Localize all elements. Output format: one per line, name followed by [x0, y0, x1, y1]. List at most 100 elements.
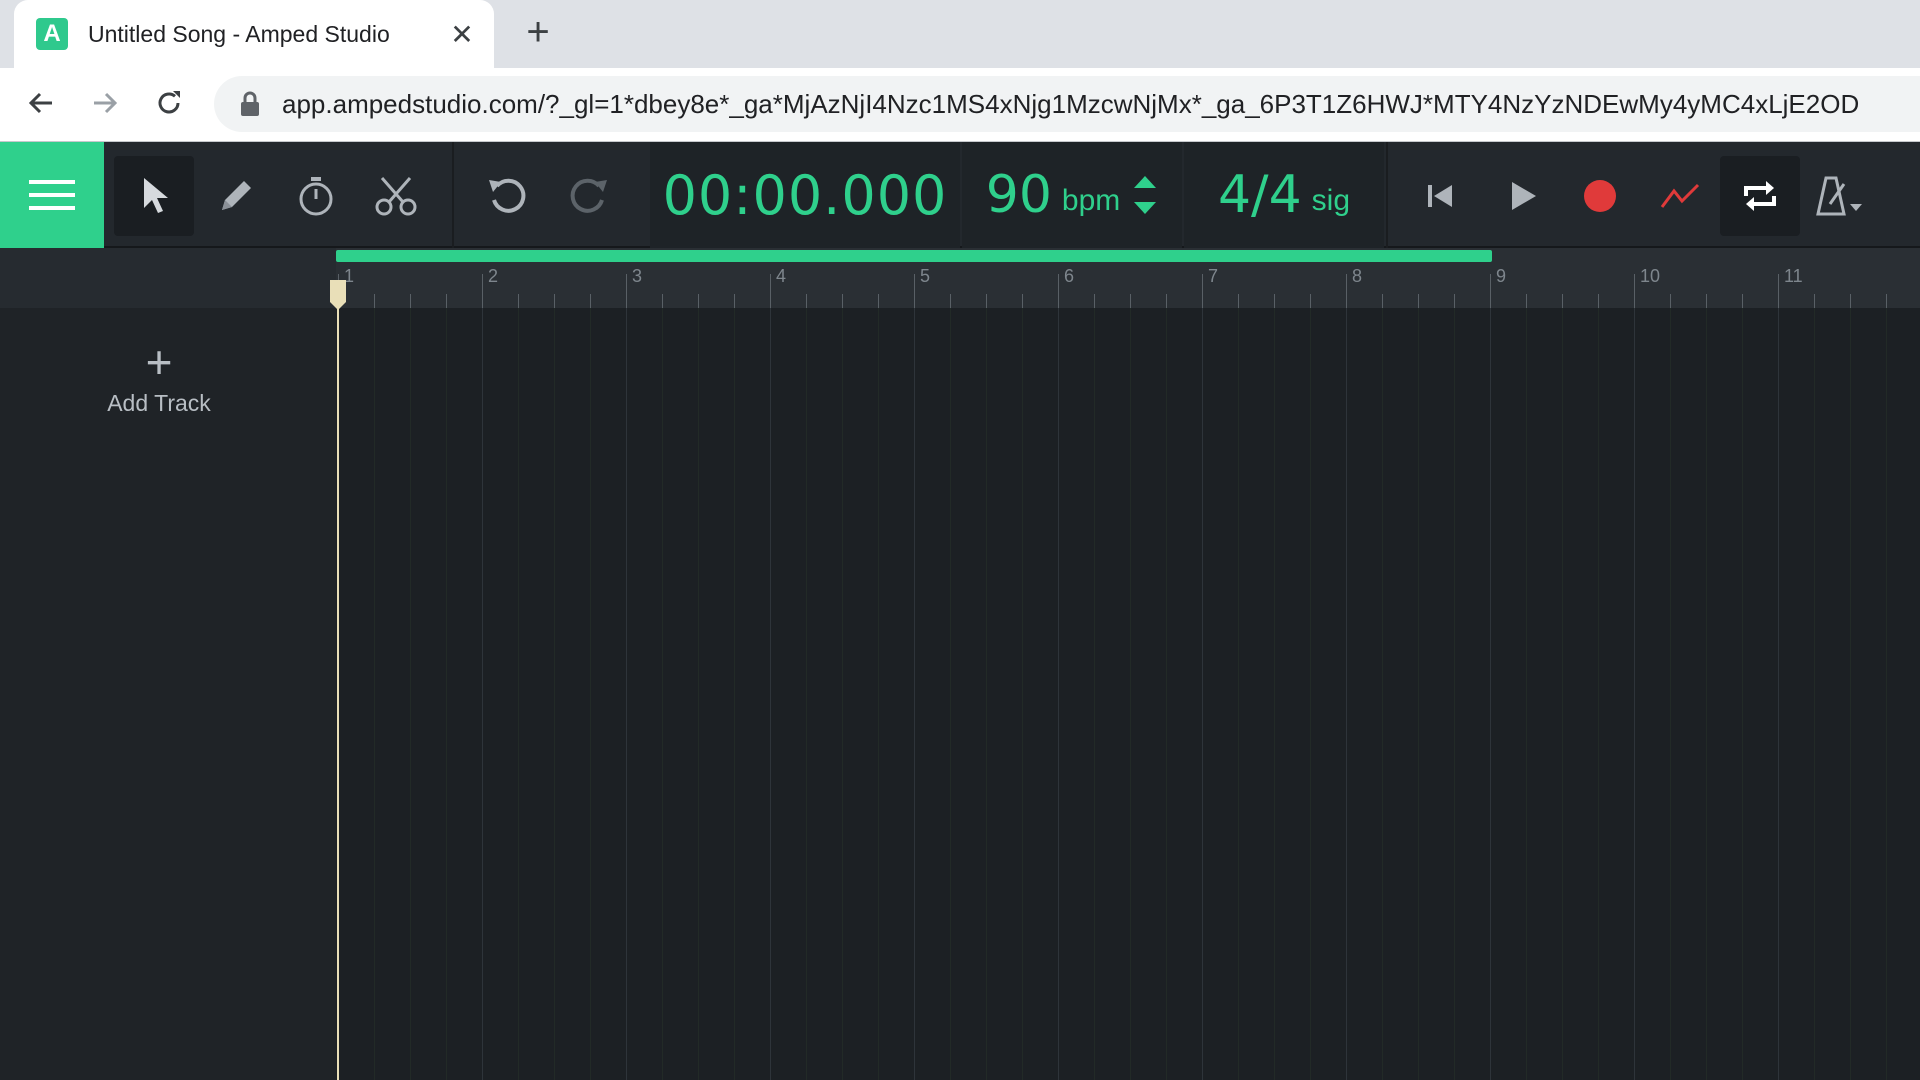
beat-gridline: [950, 308, 951, 1080]
beat-gridline: [1022, 308, 1023, 1080]
browser-tab[interactable]: A Untitled Song - Amped Studio ✕: [14, 0, 494, 68]
beat-gridline: [1382, 308, 1383, 1080]
beat-gridline: [1850, 308, 1851, 1080]
beat-tick: [1454, 294, 1455, 308]
skip-to-start-icon[interactable]: [1400, 156, 1480, 236]
bar-gridline: [770, 308, 771, 1080]
beat-gridline: [1814, 308, 1815, 1080]
bar-number: 5: [920, 266, 931, 286]
ruler-spacer: [0, 248, 336, 308]
toolbar-divider: [452, 142, 454, 248]
beat-tick: [878, 294, 879, 308]
redo-icon[interactable]: [548, 156, 628, 236]
beat-gridline: [374, 308, 375, 1080]
plus-icon: +: [145, 336, 173, 388]
beat-gridline: [1454, 308, 1455, 1080]
bpm-stepper-icon[interactable]: [1132, 172, 1158, 218]
toolbar-divider: [1386, 142, 1388, 248]
play-icon[interactable]: [1482, 156, 1562, 236]
address-bar[interactable]: app.ampedstudio.com/?_gl=1*dbey8e*_ga*Mj…: [214, 76, 1920, 132]
beat-tick: [1310, 294, 1311, 308]
tempo-control[interactable]: 90 bpm: [962, 142, 1182, 248]
app-toolbar: 00:00.000 90 bpm 4/4 sig: [0, 142, 1920, 248]
beat-tick: [1274, 294, 1275, 308]
bar-number: 10: [1640, 266, 1661, 286]
timeline-ruler[interactable]: 1 2 3 4 5 6 7 8 9 10 11: [0, 248, 1920, 308]
playhead-line[interactable]: [337, 282, 339, 1080]
url-text: app.ampedstudio.com/?_gl=1*dbey8e*_ga*Mj…: [282, 88, 1860, 119]
forward-icon[interactable]: [80, 78, 130, 128]
loop-region[interactable]: [336, 250, 1492, 262]
automation-icon[interactable]: [1640, 156, 1720, 236]
beat-gridline: [446, 308, 447, 1080]
bar-gridline: [1058, 308, 1059, 1080]
bar-gridline: [482, 308, 483, 1080]
beat-gridline: [878, 308, 879, 1080]
bpm-value: 90: [985, 165, 1052, 225]
beat-tick: [1022, 294, 1023, 308]
bar-gridline: [1490, 308, 1491, 1080]
hamburger-icon[interactable]: [0, 142, 104, 248]
beat-tick: [1382, 294, 1383, 308]
arrangement-grid[interactable]: [336, 308, 1920, 1080]
beat-gridline: [1886, 308, 1887, 1080]
beat-gridline: [1166, 308, 1167, 1080]
bar-tick: [482, 274, 483, 308]
beat-tick: [734, 294, 735, 308]
beat-gridline: [662, 308, 663, 1080]
lock-icon: [241, 91, 259, 116]
beat-tick: [662, 294, 663, 308]
bar-tick: [1058, 274, 1059, 308]
time-display[interactable]: 00:00.000: [650, 142, 960, 248]
beat-gridline: [590, 308, 591, 1080]
beat-gridline: [1526, 308, 1527, 1080]
loop-icon[interactable]: [1720, 156, 1800, 236]
beat-tick: [518, 294, 519, 308]
beat-tick: [1238, 294, 1239, 308]
beat-tick: [1850, 294, 1851, 308]
playhead-handle-icon[interactable]: [330, 280, 346, 310]
beat-gridline: [1310, 308, 1311, 1080]
beat-tick: [698, 294, 699, 308]
scissors-icon[interactable]: [356, 156, 436, 236]
reload-icon[interactable]: [144, 78, 194, 128]
new-tab-icon[interactable]: +: [518, 12, 558, 54]
sig-unit: sig: [1311, 184, 1351, 217]
beat-tick: [554, 294, 555, 308]
time-signature-control[interactable]: 4/4 sig: [1184, 142, 1384, 248]
beat-gridline: [986, 308, 987, 1080]
beat-tick: [446, 294, 447, 308]
undo-icon[interactable]: [468, 156, 548, 236]
track-list-panel: + Add Track: [0, 308, 336, 1080]
add-track-button[interactable]: + Add Track: [94, 336, 224, 430]
bar-number: 6: [1064, 266, 1075, 286]
beat-gridline: [698, 308, 699, 1080]
beat-gridline: [1742, 308, 1743, 1080]
beat-tick: [1166, 294, 1167, 308]
bar-tick: [1778, 274, 1779, 308]
beat-tick: [1598, 294, 1599, 308]
metronome-icon[interactable]: [1800, 156, 1880, 236]
beat-tick: [1526, 294, 1527, 308]
record-icon[interactable]: [1560, 156, 1640, 236]
beat-gridline: [1238, 308, 1239, 1080]
cursor-arrow-icon[interactable]: [114, 156, 194, 236]
bar-number: 11: [1784, 266, 1803, 286]
bar-number: 2: [488, 266, 499, 286]
bar-gridline: [1202, 308, 1203, 1080]
beat-tick: [950, 294, 951, 308]
beat-tick: [1418, 294, 1419, 308]
pencil-icon[interactable]: [196, 156, 276, 236]
back-icon[interactable]: [16, 78, 66, 128]
close-tab-icon[interactable]: ✕: [444, 16, 480, 52]
bar-tick: [1490, 274, 1491, 308]
beat-gridline: [410, 308, 411, 1080]
stopwatch-icon[interactable]: [276, 156, 356, 236]
bar-gridline: [1778, 308, 1779, 1080]
beat-gridline: [1418, 308, 1419, 1080]
beat-tick: [1742, 294, 1743, 308]
bar-tick: [626, 274, 627, 308]
beat-tick: [1130, 294, 1131, 308]
bar-number: 8: [1352, 266, 1363, 286]
bar-gridline: [914, 308, 915, 1080]
